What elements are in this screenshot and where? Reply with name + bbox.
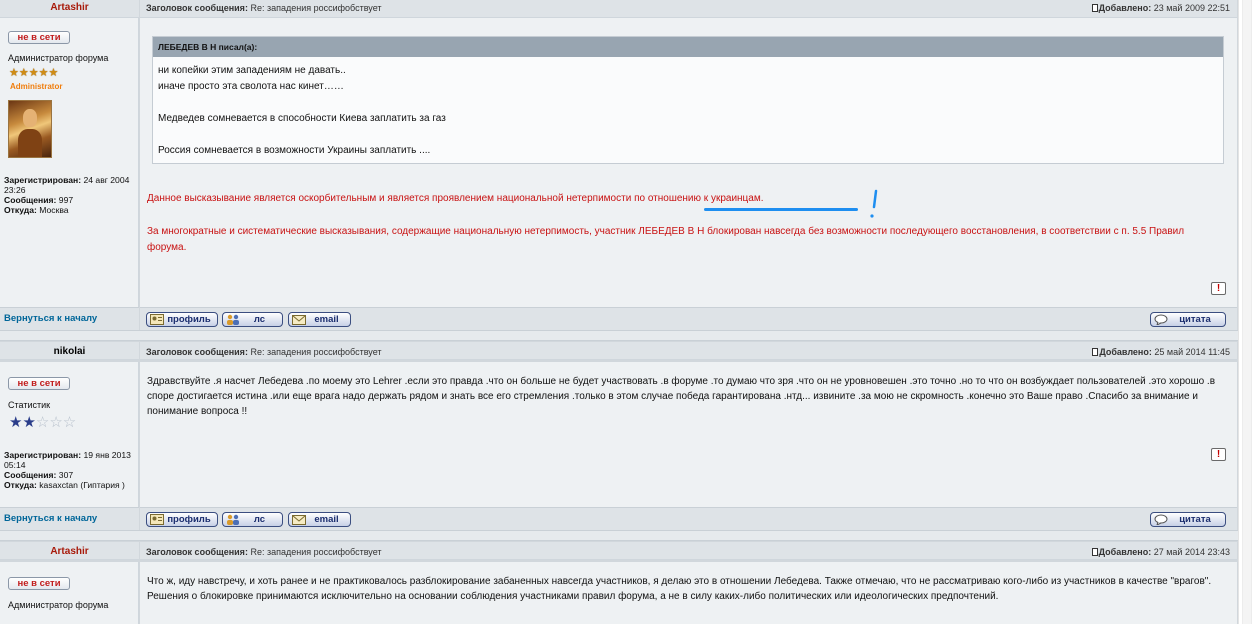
author-profile: не в сети Администратор форума [0, 562, 139, 624]
offline-badge: не в сети [8, 377, 70, 390]
quote-button[interactable]: цитата [1150, 512, 1226, 527]
post-subject: Заголовок сообщения: Re: западения росси… [146, 3, 382, 13]
post-subject: Заголовок сообщения: Re: западения росси… [146, 547, 382, 557]
rank-stars: ★★☆☆☆ [9, 414, 77, 431]
post-body: не в сети Статистик ★★☆☆☆ Зарегистрирова… [0, 362, 1238, 507]
moderator-warning: Данное высказывание является оскорбитель… [147, 193, 764, 204]
post-separator [0, 530, 1238, 541]
offline-badge: не в сети [8, 31, 70, 44]
quote-bubble-icon [1154, 514, 1168, 525]
email-label: email [314, 514, 339, 525]
annotation-exclamation-icon [870, 189, 878, 218]
post-separator [0, 330, 1238, 341]
author-meta: Зарегистрирован: 24 авг 2004 23:26 Сообщ… [4, 175, 130, 215]
quote-line [158, 127, 1218, 143]
post-footer: Вернуться к началу профиль лс email цита… [0, 307, 1238, 330]
profile-button[interactable]: профиль [146, 512, 218, 527]
post-link-icon[interactable] [1091, 548, 1098, 556]
post-date: Добавлено: 23 май 2009 22:51 [1091, 2, 1230, 15]
author-cell: Artashir [0, 0, 139, 18]
email-button[interactable]: email [288, 512, 351, 527]
quote-label: цитата [1179, 514, 1211, 525]
post-header: Artashir Заголовок сообщения: Re: западе… [0, 542, 1238, 560]
post-body: не в сети Администратор форума ★★★★★ Adm… [0, 18, 1238, 307]
quote-block: ЛЕБЕДЕВ В Н писал(а): ни копейки этим за… [152, 36, 1224, 164]
rank-title: Администратор форума [8, 53, 109, 63]
profile-button[interactable]: профиль [146, 312, 218, 327]
post-footer: Вернуться к началу профиль лс email цита… [0, 507, 1238, 530]
pm-label: лс [253, 314, 266, 325]
post-link-icon[interactable] [1092, 348, 1099, 356]
author-name[interactable]: Artashir [0, 0, 139, 14]
pm-button[interactable]: лс [222, 312, 283, 327]
avatar [8, 100, 52, 158]
quote-bubble-icon [1154, 314, 1168, 325]
post-header: nikolai Заголовок сообщения: Re: западен… [0, 342, 1238, 360]
post-date: Добавлено: 27 май 2014 23:43 [1091, 546, 1230, 559]
author-profile: не в сети Статистик ★★☆☆☆ Зарегистрирова… [0, 362, 139, 507]
author-name[interactable]: nikolai [0, 342, 139, 358]
post-header: Artashir Заголовок сообщения: Re: западе… [0, 0, 1238, 18]
offline-badge: не в сети [8, 577, 70, 590]
subject-cell: Заголовок сообщения: Re: западения росси… [140, 0, 1237, 18]
filled-stars-icon: ★★ [9, 414, 36, 431]
users-icon [227, 314, 239, 325]
post-subject: Заголовок сообщения: Re: западения росси… [146, 347, 382, 357]
pm-label: лс [253, 514, 266, 525]
quote-line: Медведев сомневается в способности Киева… [158, 113, 446, 124]
rank-stars: ★★★★★ [9, 67, 59, 79]
email-label: email [314, 314, 339, 325]
pm-button[interactable]: лс [222, 512, 283, 527]
moderator-ban-notice: За многократные и систематические высказ… [147, 226, 1185, 253]
profile-icon [150, 314, 164, 325]
quote-line [158, 95, 1218, 111]
forum-thread: Artashir Заголовок сообщения: Re: западе… [0, 0, 1238, 624]
report-button[interactable]: ! [1211, 282, 1226, 295]
back-to-top-link[interactable]: Вернуться к началу [4, 313, 97, 324]
quote-line: ни копейки этим западениям не давать.. [158, 65, 346, 76]
post-body: не в сети Администратор форума Что ж, ид… [0, 562, 1238, 624]
post-content: Что ж, иду навстречу, и хоть ранее и не … [140, 562, 1237, 624]
quote-text: ни копейки этим западениям не давать.. и… [153, 57, 1223, 165]
email-button[interactable]: email [288, 312, 351, 327]
post-content: Здравствуйте .я насчет Лебедева .по моем… [140, 362, 1237, 507]
highlighted-phrase: по отношению к украинцам. [634, 193, 764, 204]
author-meta: Зарегистрирован: 19 янв 2013 05:14 Сообщ… [4, 450, 131, 490]
vertical-scrollbar[interactable] [1238, 0, 1254, 624]
author-name[interactable]: Artashir [0, 542, 139, 558]
author-profile: не в сети Администратор форума ★★★★★ Adm… [0, 18, 139, 307]
post-link-icon[interactable] [1091, 4, 1098, 12]
profile-icon [150, 514, 164, 525]
profile-label: профиль [167, 514, 211, 525]
annotation-underline [704, 208, 858, 211]
profile-label: профиль [167, 314, 211, 325]
empty-stars-icon: ☆☆☆ [35, 414, 77, 431]
post-content: ЛЕБЕДЕВ В Н писал(а): ни копейки этим за… [140, 18, 1237, 307]
back-to-top-link[interactable]: Вернуться к началу [4, 513, 97, 524]
rank-title: Администратор форума [8, 600, 109, 610]
scrollbar-thumb[interactable] [1242, 0, 1252, 624]
quote-line: иначе просто эта сволота нас кинет…… [158, 81, 344, 92]
post-text: Что ж, иду навстречу, и хоть ранее и не … [147, 576, 1212, 602]
rank-title: Статистик [8, 400, 51, 410]
envelope-icon [292, 515, 306, 525]
quote-header: ЛЕБЕДЕВ В Н писал(а): [153, 37, 1223, 57]
users-icon [227, 514, 239, 525]
post-text: Здравствуйте .я насчет Лебедева .по моем… [147, 376, 1216, 417]
rank-name: Administrator [10, 82, 63, 91]
envelope-icon [292, 315, 306, 325]
post-date: Добавлено: 25 май 2014 11:45 [1092, 346, 1230, 359]
report-button[interactable]: ! [1211, 448, 1226, 461]
quote-line: Россия сомневается в возможности Украины… [158, 145, 431, 156]
quote-label: цитата [1179, 314, 1211, 325]
quote-button[interactable]: цитата [1150, 312, 1226, 327]
